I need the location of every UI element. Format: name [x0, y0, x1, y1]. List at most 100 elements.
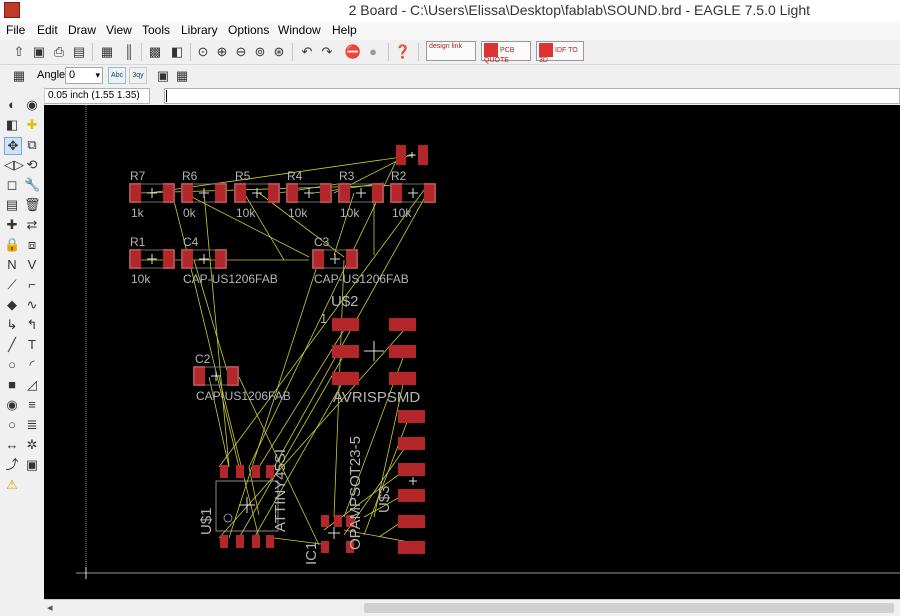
- help-icon[interactable]: ❓: [394, 43, 412, 61]
- arc-icon[interactable]: ◜: [24, 357, 40, 373]
- rect-icon[interactable]: ■: [4, 377, 20, 393]
- u2-pad-b3: [389, 372, 416, 385]
- redo-icon[interactable]: ↷: [318, 43, 336, 61]
- part-r6-pad-2: [215, 183, 227, 203]
- ripup-icon[interactable]: ↰: [24, 317, 40, 333]
- view-mode-a-icon[interactable]: ▣: [154, 67, 172, 85]
- zoom-redraw-icon[interactable]: ⊚: [251, 43, 269, 61]
- polygon-icon[interactable]: ◿: [24, 377, 40, 393]
- paste-icon[interactable]: ▤: [4, 197, 20, 213]
- u2-pad-a1: [332, 318, 359, 331]
- value-icon[interactable]: V: [24, 257, 40, 273]
- zoom-in-icon[interactable]: ⊕: [213, 43, 231, 61]
- menu-tools[interactable]: Tools: [142, 23, 170, 37]
- add-icon[interactable]: ✚: [4, 217, 20, 233]
- attribute-icon[interactable]: ≣: [24, 417, 40, 433]
- menu-help[interactable]: Help: [332, 23, 357, 37]
- part-r3-pad-1: [338, 183, 350, 203]
- menu-draw[interactable]: Draw: [68, 23, 96, 37]
- miter-icon[interactable]: ⌐: [24, 277, 40, 293]
- smash-icon[interactable]: ⧈: [24, 237, 40, 253]
- hole-icon[interactable]: ○: [4, 417, 20, 433]
- u3-pad-4: [398, 489, 425, 502]
- autorouter-icon[interactable]: ⤴: [4, 457, 20, 473]
- grid-icon[interactable]: ▦: [10, 67, 28, 85]
- cam-icon[interactable]: ▤: [70, 43, 88, 61]
- signal-icon[interactable]: ≡: [24, 397, 40, 413]
- pin1-label: 1: [320, 311, 327, 326]
- parameter-toolbar: ▦ Angle: 0 ▾ Abc 3qy ▣ ▦: [0, 65, 900, 86]
- design-link-button[interactable]: design link: [426, 41, 476, 61]
- part-r3-pad-2: [372, 183, 384, 203]
- menu-view[interactable]: View: [106, 23, 132, 37]
- ratsnest-icon[interactable]: ✲: [24, 437, 40, 453]
- part-small-pad-2: [418, 145, 428, 165]
- mark-icon[interactable]: ✚: [24, 117, 40, 133]
- info-icon[interactable]: ◐: [4, 97, 20, 113]
- change-icon[interactable]: 🔧: [24, 177, 40, 193]
- scrollbar-thumb[interactable]: [364, 603, 894, 613]
- zoom-area-icon[interactable]: ⊛: [270, 43, 288, 61]
- show-icon[interactable]: ◉: [24, 97, 40, 113]
- menu-file[interactable]: File: [6, 23, 25, 37]
- replace-icon[interactable]: ⇄: [24, 217, 40, 233]
- route-icon[interactable]: ↳: [4, 317, 20, 333]
- circle-icon[interactable]: ○: [4, 357, 20, 373]
- part-label-ic1: IC1: [303, 542, 320, 565]
- script-icon[interactable]: ║: [120, 43, 138, 61]
- part-value-c3: CAP-US1206FAB: [314, 272, 409, 286]
- drc-icon[interactable]: ▣: [24, 457, 40, 473]
- lock-icon[interactable]: 🔒: [4, 237, 20, 253]
- angle-select[interactable]: 0 ▾: [65, 67, 103, 84]
- name-icon[interactable]: N: [4, 257, 20, 273]
- part-label-r7: R7: [130, 169, 146, 183]
- view-mode-b-icon[interactable]: ▦: [173, 67, 191, 85]
- undo-icon[interactable]: ↶: [298, 43, 316, 61]
- meander-icon[interactable]: ∿: [24, 297, 40, 313]
- schematic-icon[interactable]: ◧: [168, 43, 186, 61]
- rotate-icon[interactable]: ⟲: [24, 157, 40, 173]
- copy-icon[interactable]: ⧉: [24, 137, 40, 153]
- u3-pad-3: [398, 463, 425, 476]
- menu-bar: File Edit Draw View Tools Library Option…: [0, 22, 900, 40]
- save-icon[interactable]: ▣: [30, 43, 48, 61]
- part-value-r2: 10k: [392, 206, 412, 220]
- layers-icon[interactable]: ▦: [98, 43, 116, 61]
- group-icon[interactable]: ◻: [4, 177, 20, 193]
- optimize-icon[interactable]: ◆: [4, 297, 20, 313]
- parts-layer: R7 1k R6 0k R5 10k R4 10k R3 10k R2 10k R1 10k C4 CAP-U…: [129, 145, 436, 565]
- move-icon[interactable]: ✥: [4, 137, 22, 155]
- zoom-fit-icon[interactable]: ⊙: [194, 43, 212, 61]
- split-icon[interactable]: ⟋: [4, 277, 20, 293]
- errors-icon[interactable]: ⚠: [4, 477, 20, 493]
- board-icon[interactable]: ▩: [146, 43, 164, 61]
- dimension-icon[interactable]: ↔: [4, 437, 20, 453]
- mirror-icon[interactable]: ◁▷: [4, 157, 24, 173]
- command-input[interactable]: [164, 88, 900, 104]
- menu-edit[interactable]: Edit: [37, 23, 58, 37]
- idf-button[interactable]: IDF TO 3D: [536, 41, 584, 64]
- scroll-left-icon[interactable]: ◂: [47, 601, 53, 614]
- pcb-quote-button[interactable]: PCB QUOTE: [481, 41, 531, 64]
- text-icon[interactable]: T: [24, 337, 40, 353]
- horizontal-scrollbar[interactable]: ◂: [44, 599, 900, 616]
- open-icon[interactable]: ⇧: [10, 43, 28, 61]
- via-icon[interactable]: ◉: [4, 397, 20, 413]
- zoom-out-icon[interactable]: ⊖: [232, 43, 250, 61]
- menu-library[interactable]: Library: [181, 23, 218, 37]
- print-icon[interactable]: ⎙: [50, 43, 68, 61]
- u1-pad-top-1: [220, 465, 228, 478]
- wire-icon[interactable]: ╱: [4, 337, 20, 353]
- display-icon[interactable]: ◧: [4, 117, 20, 133]
- menu-window[interactable]: Window: [278, 23, 321, 37]
- go-icon[interactable]: ●: [364, 43, 382, 61]
- text-orientation-mirror-button[interactable]: 3qy: [129, 67, 147, 84]
- board-drawing[interactable]: R7 1k R6 0k R5 10k R4 10k R3 10k R2 10k R1 10k C4 CAP-U…: [44, 105, 900, 599]
- text-orientation-abc-button[interactable]: Abc: [108, 67, 126, 84]
- stop-icon[interactable]: ⛔: [344, 43, 362, 61]
- part-value-r7: 1k: [131, 206, 145, 220]
- u3-pad-2: [398, 437, 425, 450]
- menu-options[interactable]: Options: [228, 23, 269, 37]
- board-canvas[interactable]: R7 1k R6 0k R5 10k R4 10k R3 10k R2 10k R1 10k C4 CAP-U…: [44, 105, 900, 599]
- delete-icon[interactable]: 🗑: [24, 197, 41, 213]
